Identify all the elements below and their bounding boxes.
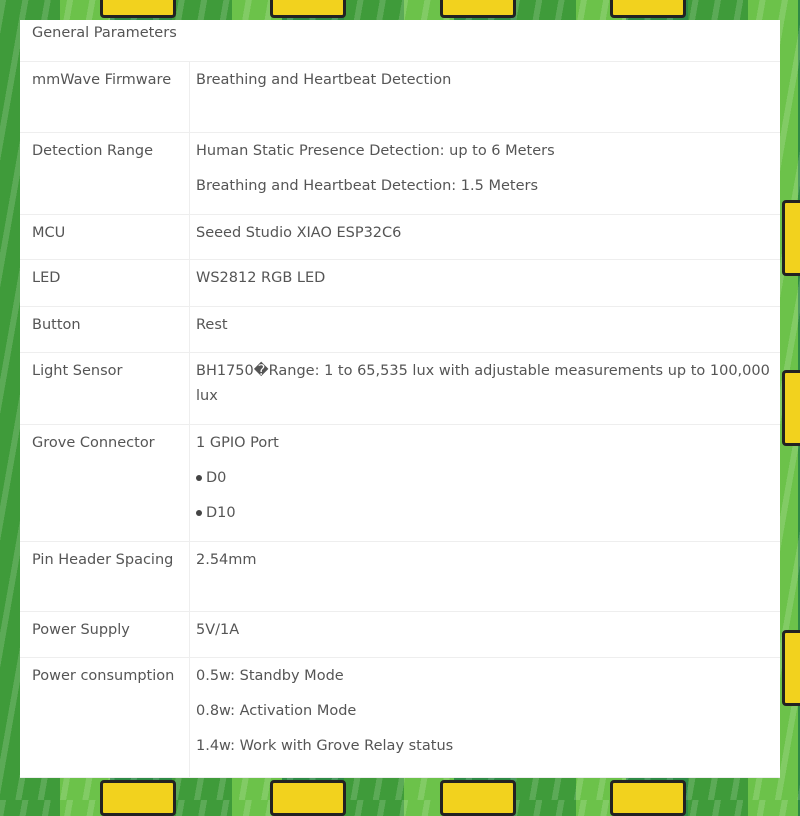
table-row: LED WS2812 RGB LED	[20, 260, 780, 307]
row-label: Detection Range	[20, 133, 190, 214]
value-line: 0.5w: Standby Mode	[196, 668, 344, 684]
value-line: WS2812 RGB LED	[196, 270, 326, 286]
background-sign	[610, 780, 686, 816]
row-value: Seeed Studio XIAO ESP32C6	[190, 215, 780, 259]
value-line: 2.54mm	[196, 552, 257, 568]
value-line: Human Static Presence Detection: up to 6…	[196, 143, 555, 159]
value-line: BH1750�Range: 1 to 65,535 lux with adjus…	[196, 363, 770, 404]
background-sign	[440, 780, 516, 816]
table-row: Light Sensor BH1750�Range: 1 to 65,535 lu…	[20, 353, 780, 425]
row-value: Rest	[190, 307, 780, 352]
value-line: D10	[196, 501, 774, 526]
row-value: 1 GPIO Port D0 D10	[190, 425, 780, 541]
table-row: mmWave Firmware Breathing and Heartbeat D…	[20, 62, 780, 133]
value-line: Breathing and Heartbeat Detection: 1.5 M…	[196, 178, 539, 194]
value-line: Breathing and Heartbeat Detection	[196, 72, 452, 88]
background-sign	[100, 0, 176, 18]
row-value: BH1750�Range: 1 to 65,535 lux with adjus…	[190, 353, 780, 424]
table-title: General Parameters	[20, 20, 780, 62]
row-value: Human Static Presence Detection: up to 6…	[190, 133, 780, 214]
value-line: 0.8w: Activation Mode	[196, 703, 357, 719]
row-label: LED	[20, 260, 190, 306]
row-value: 2.54mm	[190, 542, 780, 611]
value-line: Rest	[196, 317, 228, 333]
row-label: mmWave Firmware	[20, 62, 190, 132]
table-row: Detection Range Human Static Presence Det…	[20, 133, 780, 215]
background-sign	[270, 0, 346, 18]
background-sign	[782, 630, 800, 706]
value-line: 1.4w: Work with Grove Relay status	[196, 738, 454, 754]
row-label: Power consumption	[20, 658, 190, 777]
row-label: Power Supply	[20, 612, 190, 657]
parameters-table: General Parameters mmWave Firmware Breath…	[20, 20, 780, 778]
background-sign	[782, 200, 800, 276]
value-line: 1 GPIO Port	[196, 435, 279, 451]
row-label: Button	[20, 307, 190, 352]
table-row: MCU Seeed Studio XIAO ESP32C6	[20, 215, 780, 260]
table-row: Power Supply 5V/1A	[20, 612, 780, 658]
value-line: D0	[196, 466, 774, 491]
background-sign	[610, 0, 686, 18]
table-row: Grove Connector 1 GPIO Port D0 D10	[20, 425, 780, 542]
background-sign	[270, 780, 346, 816]
value-line: 5V/1A	[196, 622, 240, 638]
row-value: Breathing and Heartbeat Detection	[190, 62, 780, 132]
background-sign	[440, 0, 516, 18]
row-value: 5V/1A	[190, 612, 780, 657]
background-sign	[782, 370, 800, 446]
row-label: Pin Header Spacing	[20, 542, 190, 611]
row-label: Grove Connector	[20, 425, 190, 541]
table-row: Pin Header Spacing 2.54mm	[20, 542, 780, 612]
background-sign	[100, 780, 176, 816]
value-line: Seeed Studio XIAO ESP32C6	[196, 225, 402, 241]
table-row: Power consumption 0.5w: Standby Mode 0.8w:…	[20, 658, 780, 778]
row-label: MCU	[20, 215, 190, 259]
row-value: 0.5w: Standby Mode 0.8w: Activation Mode 1…	[190, 658, 780, 777]
row-value: WS2812 RGB LED	[190, 260, 780, 306]
table-row: Button Rest	[20, 307, 780, 353]
row-label: Light Sensor	[20, 353, 190, 424]
